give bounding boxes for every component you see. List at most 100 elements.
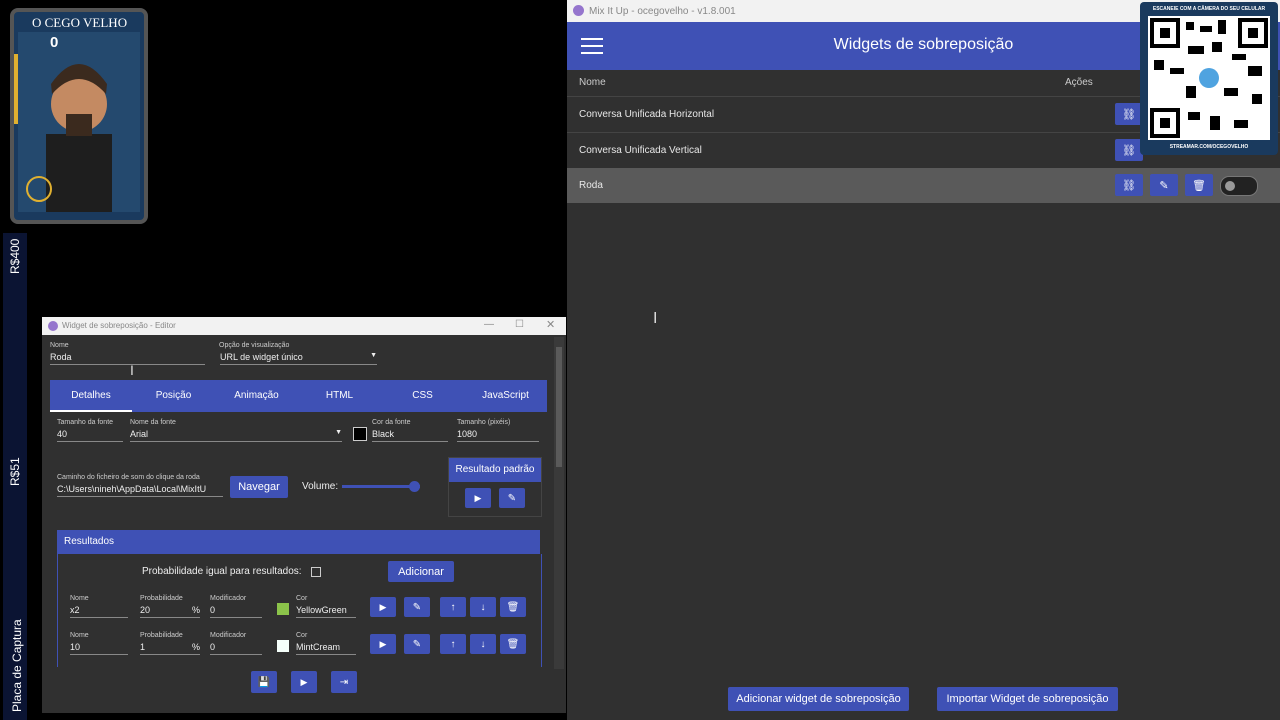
link-icon[interactable]: ⛓: [1115, 139, 1143, 161]
tab-javascript[interactable]: JavaScript: [464, 380, 547, 412]
tab-position[interactable]: Posição: [132, 380, 215, 412]
tab-html[interactable]: HTML: [298, 380, 381, 412]
result-row: Nome 10 Probabilidade 1% Modificador 0 C…: [42, 630, 554, 664]
view-option-label: Opção de visualização: [219, 342, 290, 349]
result-probability-input[interactable]: 20%: [140, 605, 200, 618]
add-widget-button[interactable]: Adicionar widget de sobreposição: [728, 687, 909, 711]
result-name-input[interactable]: 10: [70, 642, 128, 655]
font-size-label: Tamanho da fonte: [57, 419, 114, 426]
play-icon[interactable]: ▶: [370, 597, 396, 617]
qr-overlay: ESCANEIE COM A CÂMERA DO SEU CELULAR STR…: [1140, 2, 1278, 155]
chevron-down-icon: ▼: [335, 429, 342, 436]
side-label-400: R$400: [8, 238, 22, 274]
play-icon[interactable]: ▶: [291, 671, 317, 693]
minimize-icon[interactable]: —: [484, 319, 494, 330]
results-header: Resultados: [57, 530, 540, 554]
side-label-51: R$51: [8, 457, 22, 486]
result-color-input[interactable]: MintCream: [296, 642, 356, 655]
percent-sign: %: [191, 605, 200, 615]
percent-sign: %: [191, 642, 200, 652]
text-cursor-icon: I: [130, 362, 134, 378]
chevron-down-icon: ▼: [370, 352, 377, 359]
webcam-border-graphic: [10, 8, 148, 224]
qr-top-text: ESCANEIE COM A CÂMERA DO SEU CELULAR: [1152, 6, 1266, 12]
editor-title: Widget de sobreposição - Editor: [62, 321, 176, 330]
volume-slider-thumb[interactable]: [409, 481, 420, 492]
play-icon[interactable]: ▶: [465, 488, 491, 508]
play-icon[interactable]: ▶: [370, 634, 396, 654]
font-color-swatch[interactable]: [353, 427, 367, 441]
import-widget-button[interactable]: Importar Widget de sobreposição: [937, 687, 1118, 711]
edit-icon[interactable]: ✎: [499, 488, 525, 508]
tab-details[interactable]: Detalhes: [50, 380, 132, 412]
result-color-swatch[interactable]: [277, 603, 289, 615]
export-icon[interactable]: ⇥: [331, 671, 357, 693]
enable-toggle[interactable]: [1220, 176, 1258, 196]
result-modifier-input[interactable]: 0: [210, 642, 262, 655]
result-color-swatch[interactable]: [277, 640, 289, 652]
link-icon[interactable]: ⛓: [1115, 103, 1143, 125]
size-input[interactable]: 1080: [457, 429, 539, 442]
editor-window: Widget de sobreposição - Editor — ☐ ✕ No…: [42, 317, 566, 713]
result-color-input[interactable]: YellowGreen: [296, 605, 356, 618]
save-icon[interactable]: 💾: [251, 671, 277, 693]
tab-css[interactable]: CSS: [381, 380, 464, 412]
arrow-up-icon[interactable]: ↑: [440, 597, 466, 617]
result-name-input[interactable]: x2: [70, 605, 128, 618]
app-logo-icon: [48, 321, 58, 331]
browse-button[interactable]: Navegar: [230, 476, 288, 498]
size-label: Tamanho (pixéis): [457, 419, 511, 426]
result-probability-input[interactable]: 1%: [140, 642, 200, 655]
delete-icon[interactable]: 🗑: [500, 597, 526, 617]
maximize-icon[interactable]: ☐: [515, 319, 524, 330]
widget-row-selected[interactable]: Roda ⛓ ✎ 🗑: [567, 168, 1280, 203]
view-option-value: URL de widget único: [220, 352, 303, 362]
editor-scrollbar[interactable]: [554, 337, 564, 669]
arrow-down-icon[interactable]: ↓: [470, 597, 496, 617]
tab-animation[interactable]: Animação: [215, 380, 298, 412]
delete-icon[interactable]: 🗑: [1185, 174, 1213, 196]
result-probability-value: 20: [140, 605, 151, 615]
close-icon[interactable]: ✕: [546, 318, 555, 331]
result-modifier-label: Modificador: [210, 632, 247, 639]
cam-name: O CEGO VELHO: [32, 15, 128, 30]
qr-code-icon: [1148, 16, 1270, 140]
result-modifier-input[interactable]: 0: [210, 605, 262, 618]
volume-slider[interactable]: [342, 481, 420, 492]
arrow-up-icon[interactable]: ↑: [440, 634, 466, 654]
font-name-select[interactable]: Arial ▼: [130, 429, 342, 442]
result-name-label: Nome: [70, 595, 89, 602]
view-option-select[interactable]: URL de widget único ▼: [220, 352, 377, 365]
equal-probability-checkbox[interactable]: [311, 567, 321, 577]
font-color-input[interactable]: Black: [372, 429, 448, 442]
widget-row-name: Conversa Unificada Horizontal: [579, 109, 715, 120]
widget-row-name: Roda: [579, 180, 603, 191]
tab-bar: Detalhes Posição Animação HTML CSS JavaS…: [50, 380, 547, 412]
name-input[interactable]: Roda: [50, 352, 205, 365]
edit-icon[interactable]: ✎: [404, 597, 430, 617]
delete-icon[interactable]: 🗑: [500, 634, 526, 654]
add-result-button[interactable]: Adicionar: [388, 561, 454, 582]
column-header-name: Nome: [579, 77, 606, 88]
equal-probability-label: Probabilidade igual para resultados:: [142, 566, 302, 577]
edit-icon[interactable]: ✎: [1150, 174, 1178, 196]
qr-bottom-text: STREAMAR.COM/OCEGOVELHO: [1169, 144, 1249, 150]
main-window-title: Mix It Up - ocegovelho - v1.8.001: [589, 6, 736, 17]
link-icon[interactable]: ⛓: [1115, 174, 1143, 196]
result-row: Nome x2 Probabilidade 20% Modificador 0 …: [42, 593, 554, 627]
sound-path-label: Caminho do ficheiro de som do clique da …: [57, 474, 200, 481]
widget-row-name: Conversa Unificada Vertical: [579, 145, 702, 156]
default-result-panel: Resultado padrão ▶ ✎: [448, 457, 542, 517]
editor-titlebar: Widget de sobreposição - Editor — ☐ ✕: [42, 317, 566, 335]
sound-path-input[interactable]: C:\Users\nineh\AppData\Local\MixItU: [57, 484, 223, 497]
arrow-down-icon[interactable]: ↓: [470, 634, 496, 654]
name-label: Nome: [50, 342, 69, 349]
font-size-input[interactable]: 40: [57, 429, 123, 442]
text-cursor-icon: I: [653, 310, 658, 327]
result-probability-value: 1: [140, 642, 146, 652]
edit-icon[interactable]: ✎: [404, 634, 430, 654]
column-header-actions: Ações: [1065, 77, 1093, 88]
result-color-label: Cor: [296, 595, 308, 602]
side-label-capture: Placa de Captura: [10, 619, 24, 712]
font-name-value: Arial: [130, 429, 149, 439]
